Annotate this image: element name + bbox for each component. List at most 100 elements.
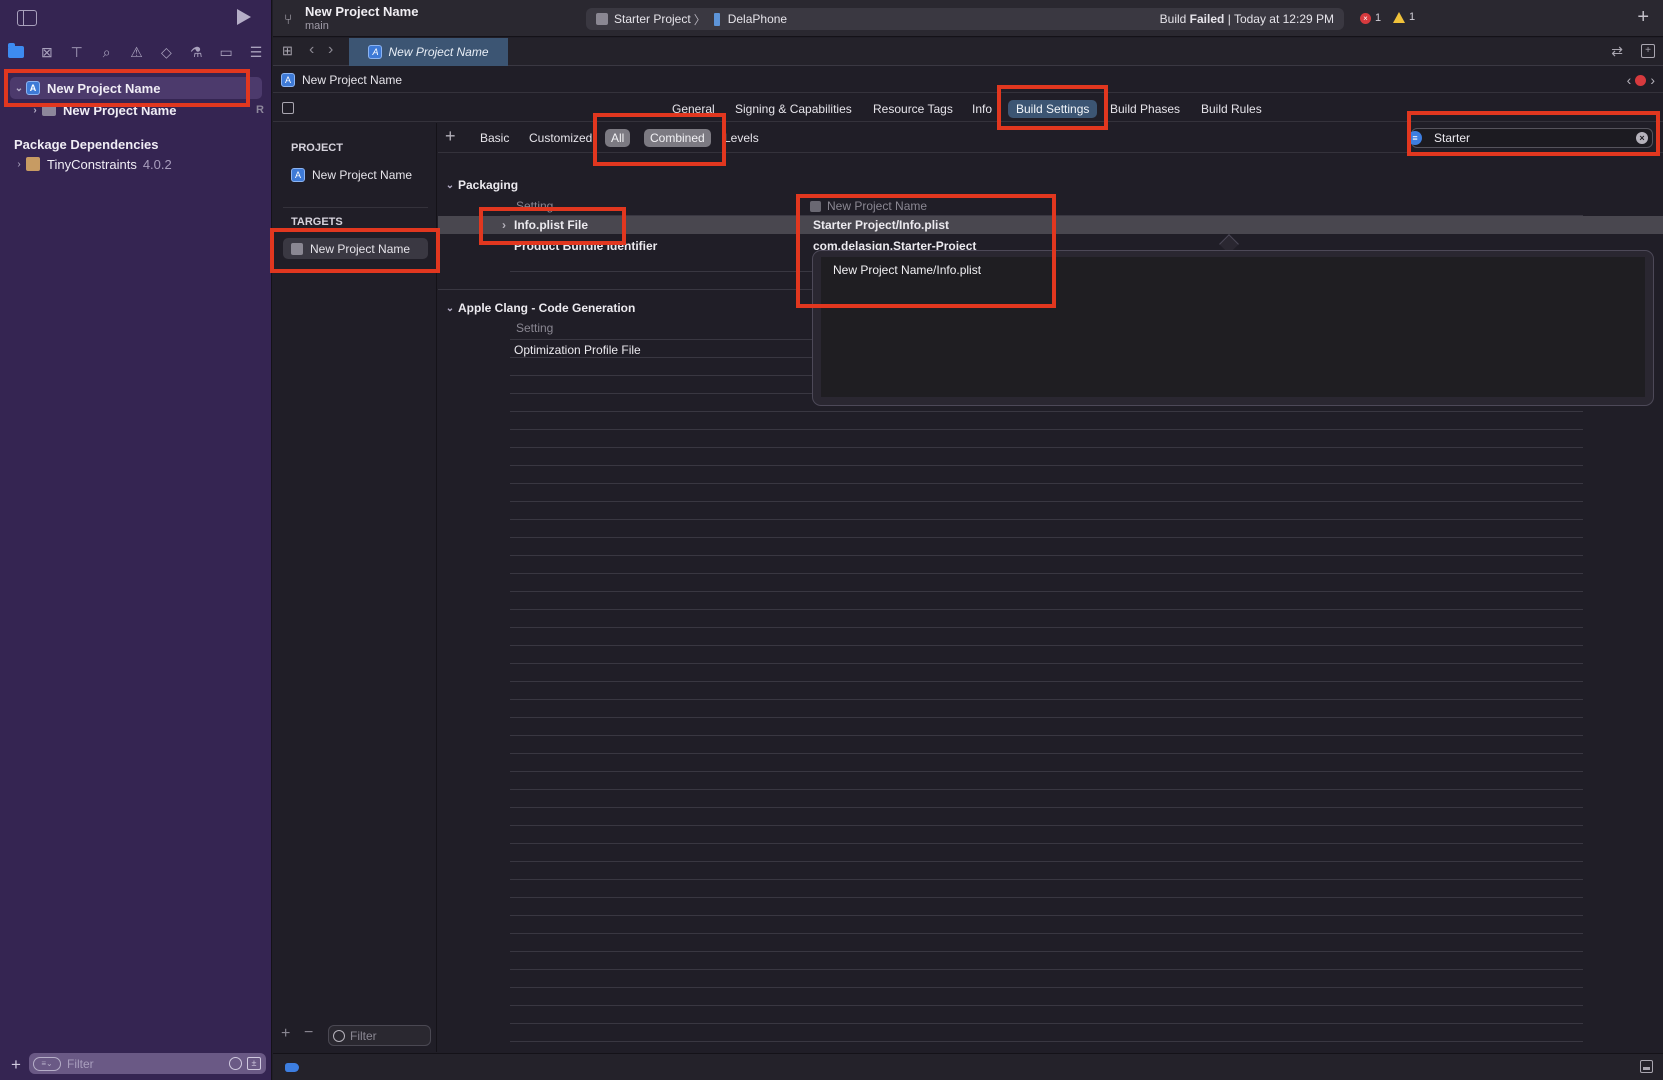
test-icon[interactable]: ◇ [157,44,175,60]
build-settings-search[interactable]: ≡ × [1408,128,1653,148]
search-filter-icon[interactable]: ≡ [1408,131,1422,145]
forward-button[interactable]: › [328,41,333,59]
row-divider [510,465,1583,466]
value-editor-textarea[interactable]: New Project Name/Info.plist [821,257,1645,397]
chevron-right-icon[interactable]: › [12,159,26,170]
setting-name[interactable]: Product Bundle Identifier [514,239,657,253]
source-control-icon[interactable]: ⊠ [38,44,56,60]
chevron-right-icon[interactable]: › [28,105,42,116]
row-divider [510,429,1583,430]
run-button[interactable] [237,9,251,25]
tree-item-project[interactable]: ⌄ A New Project Name [12,77,161,99]
row-divider [510,897,1583,898]
device-selector[interactable]: DelaPhone [728,12,787,26]
editor-tab-active[interactable]: A New Project Name [349,38,508,66]
package-dependencies-header: Package Dependencies [14,136,159,152]
error-icon: × [1360,12,1371,24]
jump-bar-path[interactable]: New Project Name [302,73,402,87]
chevron-down-icon: ⌄ [445,179,455,191]
add-editor-icon[interactable]: + [1641,44,1655,58]
row-divider [510,915,1583,916]
scheme-selector[interactable]: Starter Project [614,12,691,26]
targets-panel-toggle-icon[interactable] [282,102,294,114]
status-badge: R [256,104,264,116]
table-row-selected[interactable] [438,216,1663,234]
add-setting-button[interactable]: + [445,126,456,147]
debug-area-icon[interactable] [285,1063,299,1072]
related-items-icon[interactable]: ⊞ [282,44,296,58]
filter-all[interactable]: All [605,129,631,147]
folder-icon[interactable] [8,43,26,60]
project-item[interactable]: A New Project Name [283,164,428,185]
filter-basic[interactable]: Basic [474,129,515,147]
tab-info[interactable]: Info [964,100,1000,118]
chevron-down-icon[interactable]: ⌄ [12,83,26,94]
setting-name[interactable]: Info.plist File [514,218,588,232]
back-button[interactable]: ‹ [309,41,314,59]
row-divider [510,501,1583,502]
row-divider [510,843,1583,844]
editor-tab-label: New Project Name [388,45,489,59]
row-divider [510,609,1583,610]
setting-value[interactable]: Starter Project/Info.plist [813,218,949,232]
tree-item-folder[interactable]: › New Project Name R [28,99,264,121]
error-icon[interactable] [1635,74,1647,86]
error-count-badge[interactable]: × 1 [1360,12,1381,24]
targets-filter-field[interactable]: Filter [328,1025,431,1046]
tab-signing-capabilities[interactable]: Signing & Capabilities [727,100,860,118]
filter-options-icon[interactable]: ≡⌄ [33,1056,61,1071]
row-divider [510,735,1583,736]
hierarchy-icon[interactable]: ⊤ [68,44,86,60]
debug-icon[interactable]: ⚗ [187,44,205,60]
row-divider [510,591,1583,592]
navigator-selector-bar: ⊠ ⊤ ⌕ ⚠ ◇ ⚗ ▭ ☰ [8,42,265,62]
tab-general[interactable]: General [664,100,723,118]
source-control-filter-icon[interactable]: ± [247,1057,261,1070]
add-file-button[interactable]: + [11,1055,21,1075]
add-library-button[interactable]: + [1637,6,1649,29]
scheme-icon [596,13,608,25]
navigator-filter-field[interactable]: ≡⌄ Filter ± [29,1053,266,1074]
package-item[interactable]: › TinyConstraints 4.0.2 [12,153,171,175]
tab-build-rules[interactable]: Build Rules [1193,100,1270,118]
next-issue-icon[interactable]: › [1650,72,1655,88]
branch-name[interactable]: main [305,20,329,32]
setting-name[interactable]: Optimization Profile File [514,343,641,357]
row-divider [510,627,1583,628]
window-toolbar: ⑂ New Project Name main Starter Project … [273,0,1663,37]
recent-files-icon[interactable] [229,1057,242,1070]
project-section-header: PROJECT [291,142,343,154]
filter-customized[interactable]: Customized [523,129,598,147]
filter-placeholder: Filter [350,1028,377,1043]
add-target-button[interactable]: + [281,1025,290,1043]
tab-resource-tags[interactable]: Resource Tags [865,100,961,118]
chevron-right-icon[interactable]: › [502,218,506,232]
console-toggle-icon[interactable] [1640,1060,1653,1073]
group-header-packaging[interactable]: ⌄ Packaging [442,178,518,192]
tree-item-label: New Project Name [63,102,177,118]
row-divider [510,987,1583,988]
group-header-apple-clang[interactable]: ⌄ Apple Clang - Code Generation [442,301,636,315]
row-divider [510,771,1583,772]
tab-build-settings[interactable]: Build Settings [1008,100,1098,118]
build-settings-filter-bar: + Basic Customized All Combined Levels ≡… [438,123,1663,153]
view-combined[interactable]: Combined [644,129,711,147]
breakpoint-icon[interactable]: ▭ [217,44,235,60]
sidebar-toggle-icon[interactable] [17,10,37,26]
swap-icon[interactable]: ⇄ [1611,43,1623,60]
value-editor-popover: New Project Name/Info.plist [812,250,1654,406]
group-title: Packaging [458,178,519,192]
search-input[interactable] [1434,131,1636,145]
tree-item-label: New Project Name [47,80,161,96]
search-icon[interactable]: ⌕ [98,44,116,60]
warning-icon[interactable]: ⚠ [128,44,146,60]
report-icon[interactable]: ☰ [247,44,265,60]
view-levels[interactable]: Levels [718,129,765,147]
sidebar-titlebar [0,0,271,37]
tab-build-phases[interactable]: Build Phases [1102,100,1188,118]
previous-issue-icon[interactable]: ‹ [1627,72,1632,88]
target-item[interactable]: New Project Name [283,238,428,259]
clear-search-icon[interactable]: × [1636,132,1648,144]
remove-target-button[interactable]: − [304,1024,313,1042]
warning-count-badge[interactable]: 1 [1393,11,1415,23]
